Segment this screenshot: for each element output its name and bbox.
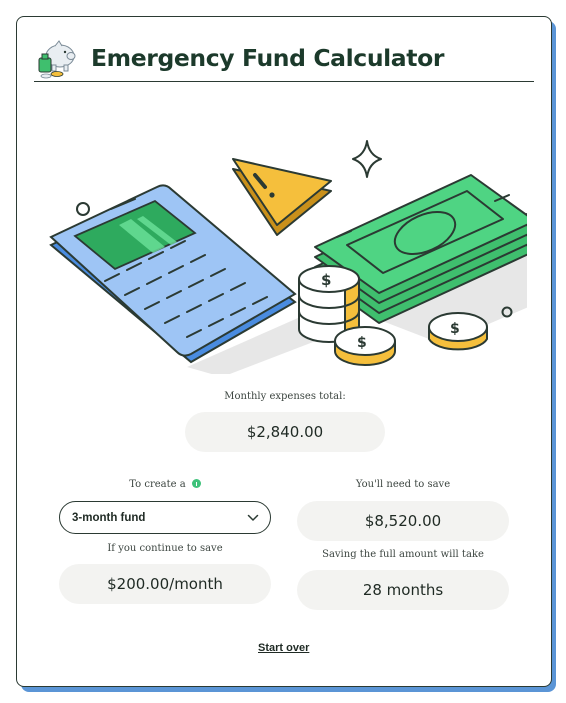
coin-icon: $ [428,312,488,351]
svg-text:$: $ [357,335,367,351]
need-to-save-label: You'll need to save [355,479,451,490]
create-fund-label-text: To create a [129,479,186,490]
calculator-cash-coins-warning-illustration: $ $ $ [49,140,527,374]
page-title: Emergency Fund Calculator [91,44,445,72]
piggy-bank-icon [38,40,76,79]
info-icon[interactable] [191,479,201,488]
svg-text:$: $ [450,321,460,337]
monthly-expenses-label: Monthly expenses total: [224,391,346,402]
time-to-save-label: Saving the full amount will take [322,549,484,560]
sparkle-icon [352,140,382,178]
time-to-save-value: 28 months [297,570,509,610]
coin-icon: $ [334,326,396,366]
create-fund-label: To create a [115,479,215,490]
fund-duration-select[interactable]: 3-month fund [59,501,271,534]
monthly-saving-amount: $200.00/month [59,564,271,604]
calculator-card: Emergency Fund Calculator $ $ $ Monthly … [16,16,552,687]
chevron-down-icon [247,514,259,521]
monthly-expenses-total: $2,840.00 [185,412,385,452]
need-to-save-amount: $8,520.00 [297,501,509,541]
start-over-link[interactable]: Start over [258,642,309,654]
header: Emergency Fund Calculator [35,35,535,83]
fund-duration-selected: 3-month fund [72,511,146,524]
header-divider [34,81,534,82]
continue-saving-label: If you continue to save [107,543,223,554]
warning-triangle-icon [232,158,332,236]
svg-text:$: $ [321,271,331,289]
